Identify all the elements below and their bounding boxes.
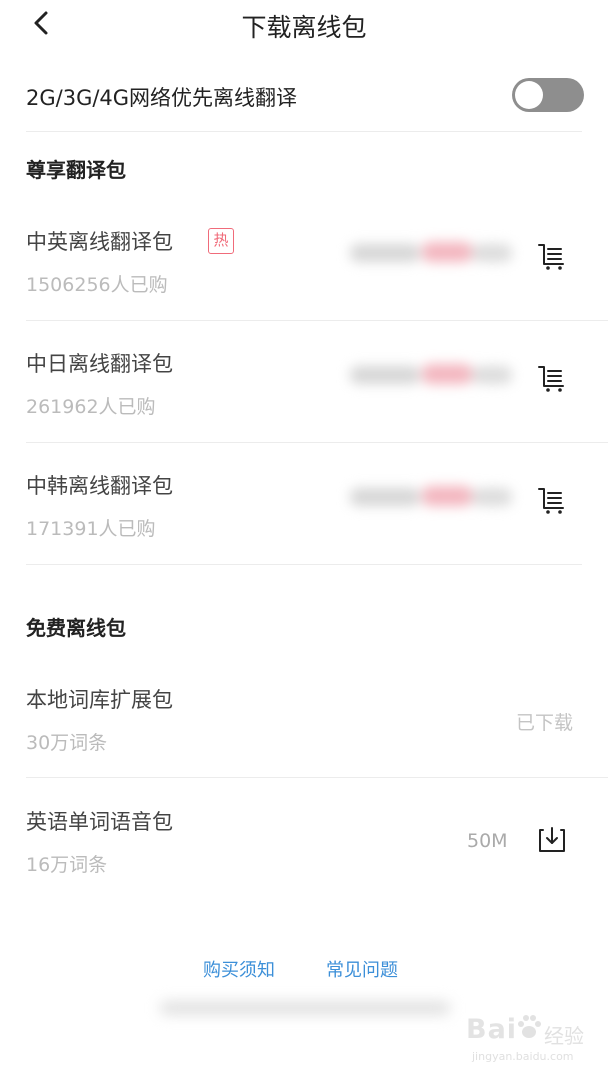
toggle-knob	[515, 81, 543, 109]
baidu-paw-icon	[518, 1015, 541, 1038]
page-title: 下载离线包	[241, 13, 367, 42]
network-toggle-switch[interactable]	[512, 78, 584, 112]
purchase-notice-link[interactable]: 购买须知	[203, 956, 275, 982]
hot-badge: 热	[208, 228, 234, 254]
divider	[26, 442, 608, 443]
package-entry-count: 16万词条	[26, 854, 108, 876]
package-row-zh-ja[interactable]: 中日离线翻译包 261962人已购	[0, 348, 608, 468]
watermark-cn-text: 经验	[544, 1024, 584, 1048]
free-package-row-voice[interactable]: 英语单词语音包 16万词条 50M	[0, 806, 608, 926]
package-purchase-count: 261962人已购	[26, 396, 156, 418]
network-toggle-row: 2G/3G/4G网络优先离线翻译	[0, 68, 608, 130]
package-purchase-count: 1506256人已购	[26, 274, 168, 296]
divider	[26, 320, 608, 321]
cart-icon	[538, 366, 564, 392]
footer-blurred-text	[160, 996, 450, 1020]
watermark-url: jingyan.baidu.com	[472, 1050, 574, 1063]
divider	[26, 777, 608, 778]
price-button-blurred[interactable]	[350, 240, 512, 266]
watermark-text: Bai	[466, 1014, 518, 1045]
package-name: 本地词库扩展包	[26, 688, 173, 712]
cart-icon	[538, 244, 564, 270]
divider	[26, 564, 582, 565]
free-package-row-dictionary[interactable]: 本地词库扩展包 30万词条 已下载	[0, 684, 608, 804]
footer-links: 购买须知 常见问题	[0, 956, 608, 986]
cart-button[interactable]	[536, 484, 568, 516]
cart-icon	[538, 488, 564, 514]
package-row-zh-ko[interactable]: 中韩离线翻译包 171391人已购	[0, 470, 608, 590]
package-name: 中韩离线翻译包	[26, 474, 173, 498]
free-section-title: 免费离线包	[26, 616, 126, 640]
package-purchase-count: 171391人已购	[26, 518, 156, 540]
faq-link[interactable]: 常见问题	[326, 956, 398, 982]
downloaded-status: 已下载	[516, 712, 574, 734]
package-name: 英语单词语音包	[26, 810, 173, 834]
cart-button[interactable]	[536, 362, 568, 394]
cart-button[interactable]	[536, 240, 568, 272]
download-button[interactable]	[536, 824, 568, 856]
premium-section-title: 尊享翻译包	[26, 158, 126, 182]
header: 下载离线包	[0, 0, 608, 48]
baidu-watermark: Bai 经验 jingyan.baidu.com	[466, 1014, 606, 1072]
price-button-blurred[interactable]	[350, 362, 512, 388]
network-toggle-label: 2G/3G/4G网络优先离线翻译	[26, 86, 298, 110]
package-name: 中日离线翻译包	[26, 352, 173, 376]
package-entry-count: 30万词条	[26, 732, 108, 754]
divider	[26, 131, 582, 132]
package-row-zh-en[interactable]: 中英离线翻译包 热 1506256人已购	[0, 226, 608, 346]
download-icon	[539, 827, 565, 852]
package-size: 50M	[467, 830, 508, 852]
package-name: 中英离线翻译包	[26, 230, 173, 254]
price-button-blurred[interactable]	[350, 484, 512, 510]
